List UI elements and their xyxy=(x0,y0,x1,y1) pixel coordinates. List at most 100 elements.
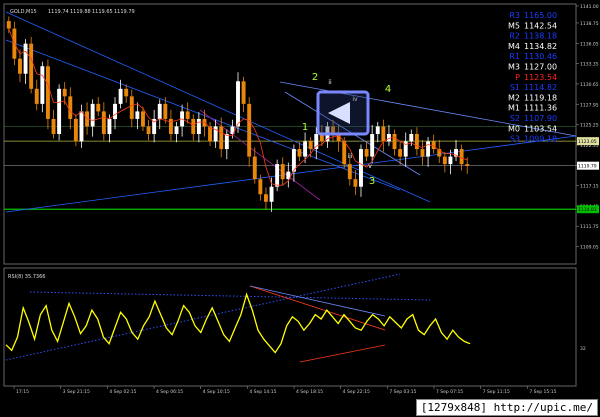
candle-body xyxy=(314,134,319,150)
candle-body xyxy=(51,118,56,134)
candle-body xyxy=(426,141,431,157)
price-tick-label: 1138.75 xyxy=(580,21,599,27)
candle-body xyxy=(342,141,347,165)
candle-body xyxy=(359,149,363,187)
watermark: [1279x848] http://upic.me/ xyxy=(415,399,598,416)
candle-body xyxy=(135,111,140,119)
candle-body xyxy=(6,21,11,29)
pivot-label: M2 xyxy=(508,93,520,102)
price-tick-label: 1109.05 xyxy=(580,245,599,251)
pivot-value: 1127.00 xyxy=(524,63,557,72)
support-price-mark: 1114.01 xyxy=(578,207,597,213)
price-pane-border xyxy=(3,3,577,265)
pivot-value: 1138.18 xyxy=(524,32,557,41)
price-tick-label: 1133.35 xyxy=(580,62,599,68)
pivot-label: S2 xyxy=(510,114,520,123)
time-tick-label: 4 Sep 22:15 xyxy=(343,389,370,395)
candle-body xyxy=(392,134,397,150)
pivot-label: R1 xyxy=(509,52,520,61)
candle-body xyxy=(73,118,78,142)
chart-title: GOLD,M15 xyxy=(10,9,37,15)
wave-label: 1 xyxy=(302,122,308,133)
time-tick-label: 7 Sep 11:15 xyxy=(483,389,510,395)
time-tick-label: 3 Sep 21:15 xyxy=(63,389,90,395)
upper-price-mark: 1123.05 xyxy=(578,139,597,145)
candle-body xyxy=(398,149,403,157)
wave-label: 4 xyxy=(385,84,391,95)
wave-label: 3 xyxy=(369,176,375,187)
pivot-label: M5 xyxy=(508,21,520,30)
pivot-value: 1111.36 xyxy=(524,104,557,113)
time-tick-label: 7 Sep 07:15 xyxy=(436,389,463,395)
candle-body xyxy=(107,118,112,134)
candle-body xyxy=(241,81,246,104)
rsi-title: RSI(8) 35.7366 xyxy=(8,274,45,280)
rsi-line xyxy=(5,292,471,354)
candle-body xyxy=(409,134,414,142)
candle-body xyxy=(297,149,302,157)
candle-body xyxy=(375,126,380,134)
pivot-label: M3 xyxy=(508,63,520,72)
candle-body xyxy=(381,126,386,142)
time-tick-label: 7 Sep 03:15 xyxy=(389,389,416,395)
candle-body xyxy=(118,88,123,104)
candle-body xyxy=(219,126,224,150)
pivot-label: M4 xyxy=(508,42,520,51)
rsi-tick-label: 32 xyxy=(580,346,586,352)
price-tick-label: 1125.25 xyxy=(580,123,599,129)
candle-body xyxy=(202,118,207,127)
candle-body xyxy=(185,111,190,119)
candle-body xyxy=(57,88,62,134)
pivot-value: 1103.54 xyxy=(524,124,557,133)
pivot-value: 1107.90 xyxy=(524,114,557,123)
time-tick-label: 4 Sep 10:15 xyxy=(203,389,230,395)
candle-body xyxy=(29,43,34,89)
rsi-trend-line xyxy=(249,285,386,331)
pivot-value: 1130.46 xyxy=(524,52,557,61)
trend-line xyxy=(5,135,577,213)
candle-body xyxy=(370,134,375,157)
candle-body xyxy=(40,66,45,104)
candle-body xyxy=(191,118,196,134)
pivot-value: 1134.82 xyxy=(524,42,557,51)
price-tick-label: 1130.65 xyxy=(580,82,599,88)
candle-body xyxy=(364,149,369,157)
candle-body xyxy=(269,186,274,202)
rsi-trend-line xyxy=(249,285,386,317)
candle-body xyxy=(353,179,358,187)
pivot-value: 1114.82 xyxy=(524,83,557,92)
price-tick-label: 1136.05 xyxy=(580,41,599,47)
pivot-value: 1119.18 xyxy=(524,93,557,102)
pivot-value: 1165.00 xyxy=(524,11,557,20)
price-tick-label: 1111.75 xyxy=(580,224,599,230)
candle-body xyxy=(263,194,268,202)
price-tick-label: 1127.95 xyxy=(580,102,599,108)
pivot-value: 1123.54 xyxy=(524,73,557,82)
candle-body xyxy=(252,156,257,180)
candle-body xyxy=(308,141,313,150)
candle-body xyxy=(347,164,352,180)
pivot-label: S1 xyxy=(510,83,520,92)
time-tick-label: 4 Sep 02:15 xyxy=(109,389,136,395)
price-chart[interactable]: GOLD,M15 1119.74 1119.88 1119.65 1119.791141… xyxy=(0,0,600,417)
wave-label: ii xyxy=(328,79,332,86)
price-tick-label: 1141.00 xyxy=(580,4,599,10)
time-tick-label: 4 Sep 06:15 xyxy=(156,389,183,395)
candle-body xyxy=(141,111,145,127)
header-value: 1119.88 xyxy=(70,9,91,15)
candle-body xyxy=(18,58,22,74)
wave-label: v xyxy=(368,163,372,170)
candle-body xyxy=(174,126,179,134)
rsi-pane-border xyxy=(3,267,577,387)
time-tick-label: 17:15 xyxy=(16,389,29,395)
candle-body xyxy=(101,111,106,134)
wave-label: iii xyxy=(347,153,352,160)
wave-label: 2 xyxy=(312,72,318,83)
candle-body xyxy=(113,103,117,119)
rsi-dotted-trend xyxy=(29,291,431,301)
pivot-label: M1 xyxy=(508,104,520,113)
candle-body xyxy=(247,103,252,157)
candle-body xyxy=(45,66,50,119)
candle-body xyxy=(90,103,95,127)
pivot-value: 1142.54 xyxy=(524,21,557,30)
